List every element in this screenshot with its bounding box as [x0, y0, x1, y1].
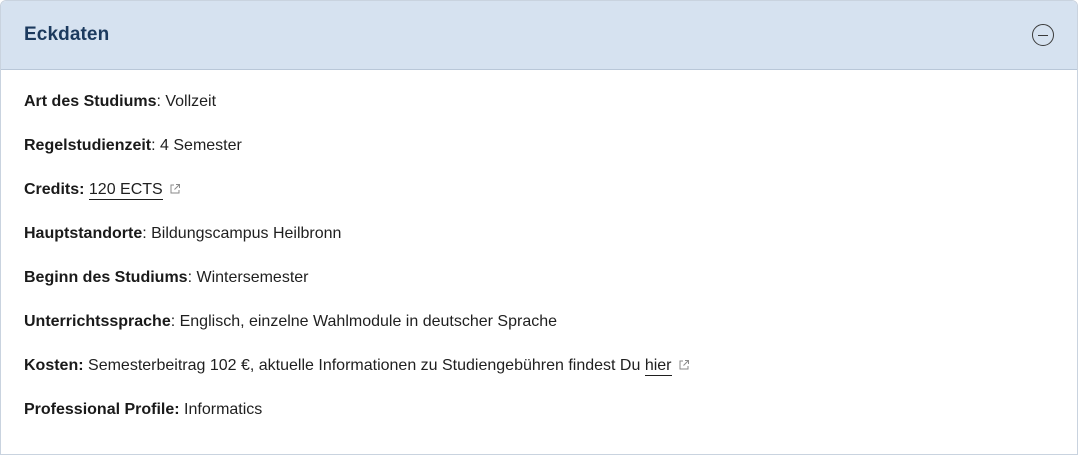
studiengebuehren-link[interactable]: hier: [644, 357, 672, 376]
row-label: Professional Profile:: [24, 401, 180, 418]
row-kosten: Kosten: Semesterbeitrag 102 €, aktuelle …: [24, 355, 1054, 377]
panel-body: Art des Studiums: Vollzeit Regelstudienz…: [1, 70, 1077, 421]
row-value: Informatics: [184, 401, 263, 418]
panel-title: Eckdaten: [24, 24, 110, 45]
row-regelstudienzeit: Regelstudienzeit: 4 Semester: [24, 135, 1054, 157]
external-link-icon[interactable]: [678, 359, 690, 371]
row-separator: :: [170, 313, 180, 330]
row-art-des-studiums: Art des Studiums: Vollzeit: [24, 91, 1054, 113]
ects-link[interactable]: 120 ECTS: [88, 181, 163, 200]
row-value: 4 Semester: [160, 137, 242, 154]
row-label: Unterrichtssprache: [24, 313, 171, 330]
row-label: Hauptstandorte: [24, 225, 143, 242]
row-separator: :: [151, 137, 161, 154]
row-value: Wintersemester: [196, 269, 309, 286]
row-professional-profile: Professional Profile: Informatics: [24, 399, 1054, 421]
row-unterrichtssprache: Unterrichtssprache: Englisch, einzelne W…: [24, 311, 1054, 333]
row-label: Credits:: [24, 181, 85, 198]
row-separator: :: [142, 225, 152, 242]
row-value: Semesterbeitrag 102 €, aktuelle Informat…: [88, 357, 645, 374]
panel-header[interactable]: Eckdaten: [1, 1, 1077, 70]
row-label: Kosten:: [24, 357, 84, 374]
row-beginn: Beginn des Studiums: Wintersemester: [24, 267, 1054, 289]
row-credits: Credits: 120 ECTS: [24, 179, 1054, 201]
external-link-icon[interactable]: [169, 183, 181, 195]
minus-circle-icon[interactable]: [1032, 24, 1054, 46]
row-label: Regelstudienzeit: [24, 137, 152, 154]
eckdaten-panel: Eckdaten Art des Studiums: Vollzeit Rege…: [0, 0, 1078, 455]
row-value: Bildungscampus Heilbronn: [151, 225, 342, 242]
row-hauptstandorte: Hauptstandorte: Bildungscampus Heilbronn: [24, 223, 1054, 245]
row-value: Vollzeit: [165, 93, 217, 110]
row-label: Art des Studiums: [24, 93, 157, 110]
row-value: Englisch, einzelne Wahlmodule in deutsch…: [179, 313, 558, 330]
row-label: Beginn des Studiums: [24, 269, 188, 286]
